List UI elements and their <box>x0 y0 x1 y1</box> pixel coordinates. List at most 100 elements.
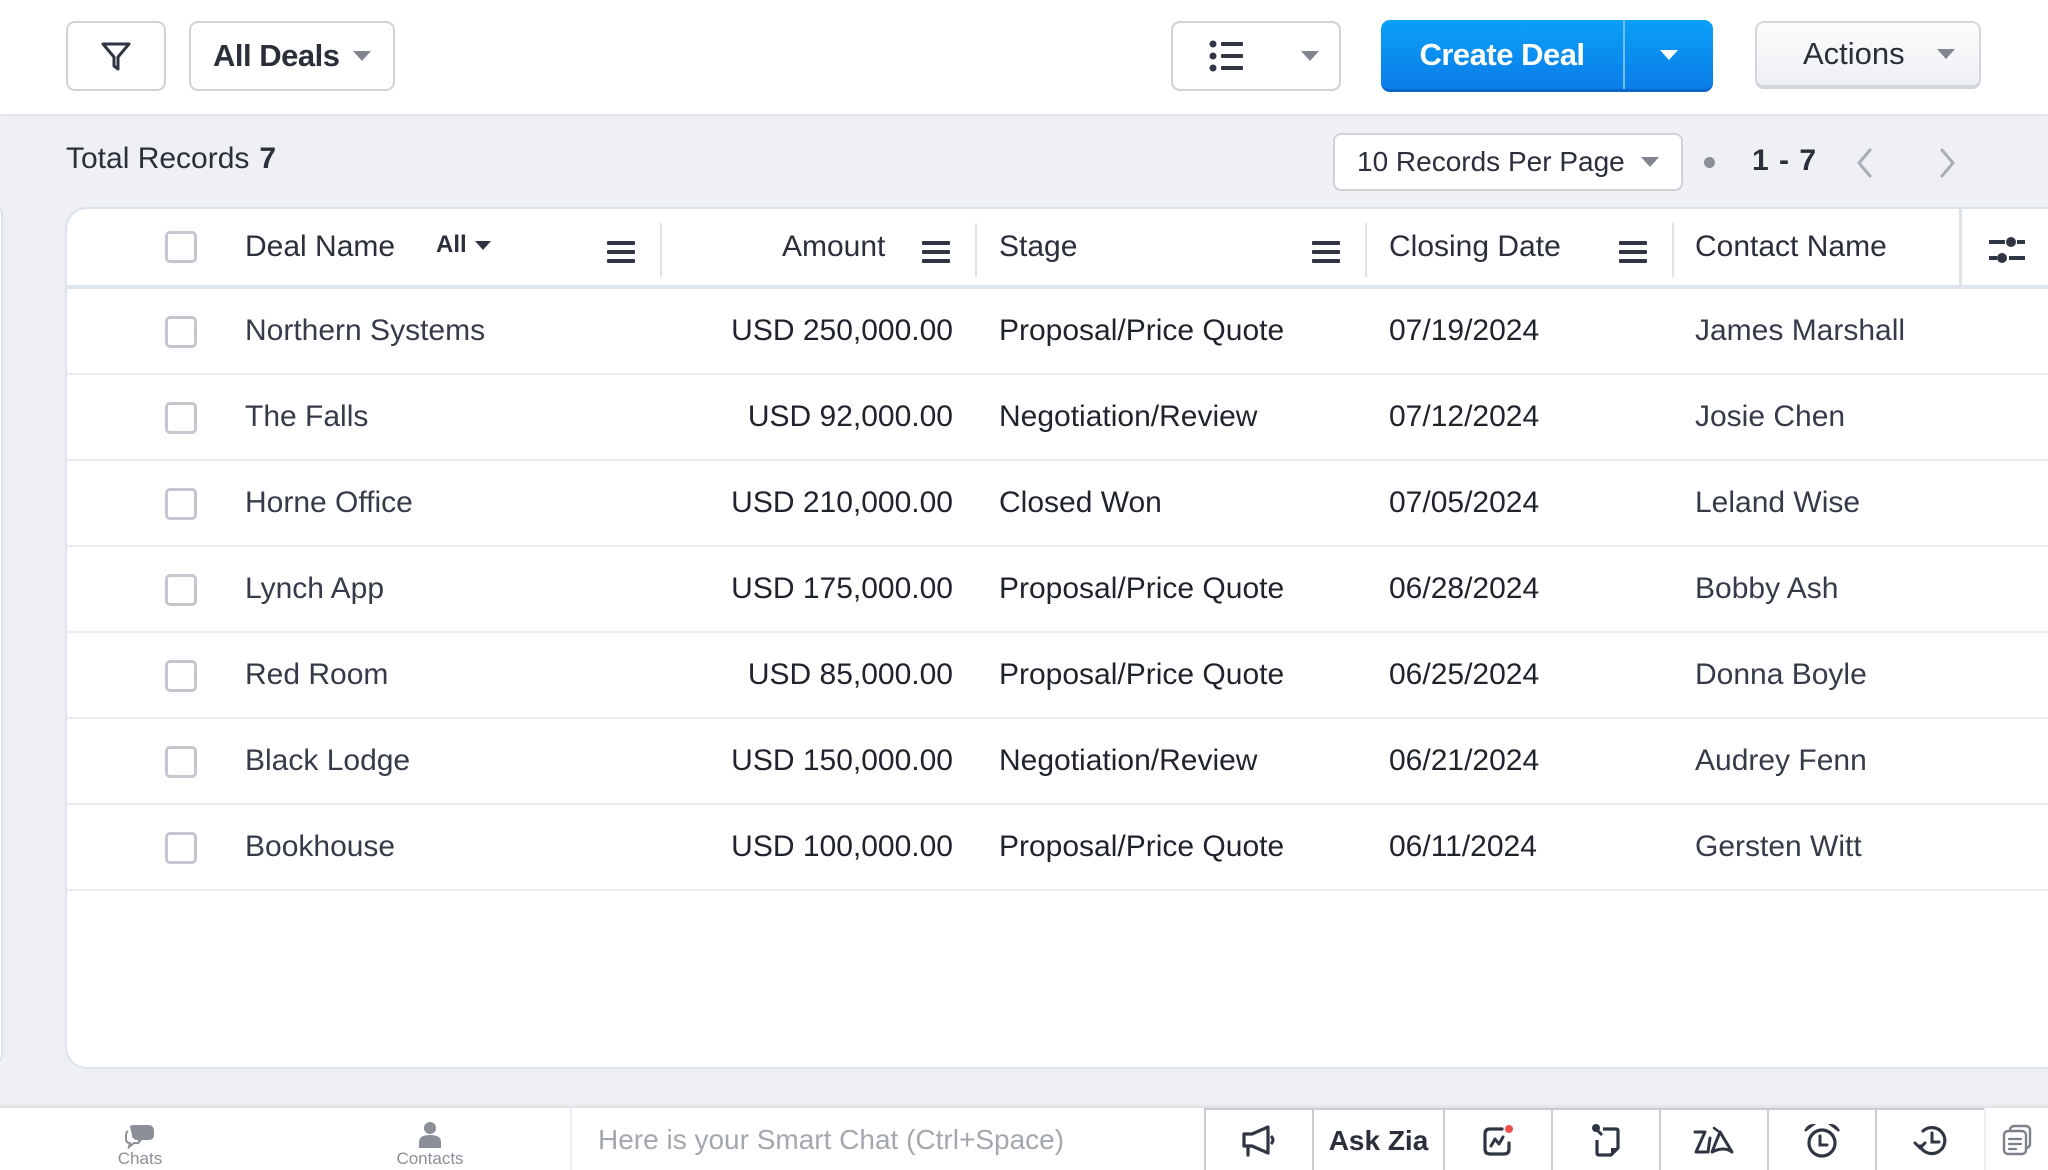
megaphone-icon <box>1242 1124 1275 1157</box>
next-page-icon[interactable] <box>1932 146 1962 180</box>
deal-name-cell[interactable]: The Falls <box>245 375 368 459</box>
row-checkbox[interactable] <box>165 574 197 606</box>
stage-cell: Closed Won <box>999 486 1162 519</box>
row-checkbox[interactable] <box>165 746 197 778</box>
contact-name-cell[interactable]: Audrey Fenn <box>1695 719 1867 803</box>
deal-name-cell[interactable]: Lynch App <box>245 547 384 631</box>
row-checkbox[interactable] <box>165 660 197 692</box>
create-deal-dropdown[interactable] <box>1625 20 1713 89</box>
chat-bubbles-icon <box>125 1125 154 1149</box>
contact-name-cell[interactable]: Gersten Witt <box>1695 805 1862 889</box>
notes-button[interactable] <box>1551 1110 1659 1170</box>
deal-name-cell[interactable]: Red Room <box>245 633 388 717</box>
chats-label: Chats <box>117 1149 163 1168</box>
records-per-page-select[interactable]: 10 Records Per Page <box>1333 133 1683 191</box>
create-deal-group: Create Deal <box>1381 20 1713 92</box>
column-header-stage[interactable]: Stage <box>999 209 1077 285</box>
contact-name-cell[interactable]: Bobby Ash <box>1695 547 1838 631</box>
amount-cell: USD 85,000.00 <box>747 658 953 691</box>
page-range: 1 - 7 <box>1752 144 1818 177</box>
closing-date-cell: 07/05/2024 <box>1389 486 1540 519</box>
table-row[interactable]: Horne Office USD 210,000.00 Closed Won 0… <box>67 461 2048 547</box>
chevron-down-icon <box>1660 49 1678 60</box>
separator-dot <box>1704 157 1715 168</box>
table-row[interactable]: Red Room USD 85,000.00 Proposal/Price Qu… <box>67 633 2048 719</box>
column-menu-icon[interactable] <box>1619 241 1647 263</box>
view-selector[interactable]: All Deals <box>189 21 395 91</box>
closing-date-cell: 07/12/2024 <box>1389 400 1540 433</box>
deal-name-cell[interactable]: Northern Systems <box>245 289 485 373</box>
stacked-cards-icon <box>2002 1124 2032 1155</box>
left-panel-edge <box>0 205 3 1065</box>
recent-history-button[interactable] <box>1875 1110 1984 1170</box>
column-menu-icon[interactable] <box>922 241 950 263</box>
chevron-down-icon <box>1301 51 1319 61</box>
column-separator <box>1959 209 1962 285</box>
contacts-button[interactable]: Contacts <box>380 1108 480 1170</box>
deal-name-cell[interactable]: Bookhouse <box>245 805 395 889</box>
table-row[interactable]: Bookhouse USD 100,000.00 Proposal/Price … <box>67 805 2048 891</box>
amount-cell: USD 175,000.00 <box>731 572 953 605</box>
chevron-down-icon <box>474 240 491 250</box>
table-row[interactable]: Black Lodge USD 150,000.00 Negotiation/R… <box>67 719 2048 805</box>
list-view-icon <box>1209 40 1243 72</box>
column-header-amount[interactable]: Amount <box>782 209 885 285</box>
row-checkbox[interactable] <box>165 832 197 864</box>
funnel-icon <box>101 42 131 71</box>
notes-icon <box>1592 1123 1620 1157</box>
reminders-button[interactable] <box>1767 1110 1875 1170</box>
contact-name-cell[interactable]: Josie Chen <box>1695 375 1845 459</box>
previous-page-icon[interactable] <box>1850 146 1880 180</box>
column-separator <box>975 223 977 277</box>
chevron-down-icon <box>1937 49 1955 59</box>
column-header-closing-date[interactable]: Closing Date <box>1389 209 1561 285</box>
smart-chat-input[interactable]: Here is your Smart Chat (Ctrl+Space) <box>570 1108 1204 1170</box>
closing-date-cell: 06/11/2024 <box>1389 830 1537 863</box>
deal-name-filter-label: All <box>436 231 467 258</box>
closing-date-cell: 06/28/2024 <box>1389 572 1540 605</box>
column-separator <box>1672 223 1674 277</box>
table-row[interactable]: The Falls USD 92,000.00 Negotiation/Revi… <box>67 375 2048 461</box>
cards-button[interactable] <box>1984 1108 2048 1170</box>
total-records-count: 7 <box>259 142 277 175</box>
amount-cell: USD 100,000.00 <box>731 830 953 863</box>
amount-cell: USD 150,000.00 <box>731 744 953 777</box>
column-header-deal-name[interactable]: Deal Name <box>245 209 395 285</box>
analytics-button[interactable] <box>1443 1110 1551 1170</box>
zia-icon <box>1693 1126 1734 1153</box>
column-menu-icon[interactable] <box>607 241 635 263</box>
table-row[interactable]: Northern Systems USD 250,000.00 Proposal… <box>67 289 2048 375</box>
deal-name-cell[interactable]: Black Lodge <box>245 719 410 803</box>
column-header-contact-name[interactable]: Contact Name <box>1695 209 1887 285</box>
alarm-clock-icon <box>1804 1123 1840 1158</box>
create-deal-button[interactable]: Create Deal <box>1381 20 1625 89</box>
chevron-down-icon <box>353 51 371 61</box>
ask-zia-button[interactable]: Ask Zia <box>1312 1110 1443 1170</box>
stage-cell: Proposal/Price Quote <box>999 830 1285 863</box>
filter-button[interactable] <box>66 21 166 91</box>
row-checkbox[interactable] <box>165 316 197 348</box>
layout-view-button[interactable] <box>1171 21 1341 91</box>
chevron-down-icon <box>1641 157 1659 167</box>
column-menu-icon[interactable] <box>1312 241 1340 263</box>
contact-name-cell[interactable]: Leland Wise <box>1695 461 1860 545</box>
stage-cell: Proposal/Price Quote <box>999 572 1285 605</box>
ask-zia-label: Ask Zia <box>1328 1124 1429 1156</box>
deal-name-cell[interactable]: Horne Office <box>245 461 413 545</box>
deals-table: Deal Name All Amount Stage Closing Date … <box>65 207 2048 1069</box>
row-checkbox[interactable] <box>165 488 197 520</box>
chats-button[interactable]: Chats <box>100 1108 180 1170</box>
row-checkbox[interactable] <box>165 402 197 434</box>
announcements-button[interactable] <box>1204 1110 1312 1170</box>
closing-date-cell: 06/25/2024 <box>1389 658 1540 691</box>
zia-button[interactable] <box>1659 1110 1767 1170</box>
column-settings-icon[interactable] <box>1987 233 2027 267</box>
contact-name-cell[interactable]: James Marshall <box>1695 289 1905 373</box>
select-all-checkbox[interactable] <box>165 231 197 263</box>
table-row[interactable]: Lynch App USD 175,000.00 Proposal/Price … <box>67 547 2048 633</box>
recent-history-icon <box>1913 1125 1946 1155</box>
stage-cell: Proposal/Price Quote <box>999 658 1285 691</box>
deal-name-filter-dropdown[interactable]: All <box>436 231 491 259</box>
contact-name-cell[interactable]: Donna Boyle <box>1695 633 1867 717</box>
actions-button[interactable]: Actions <box>1755 21 1981 89</box>
